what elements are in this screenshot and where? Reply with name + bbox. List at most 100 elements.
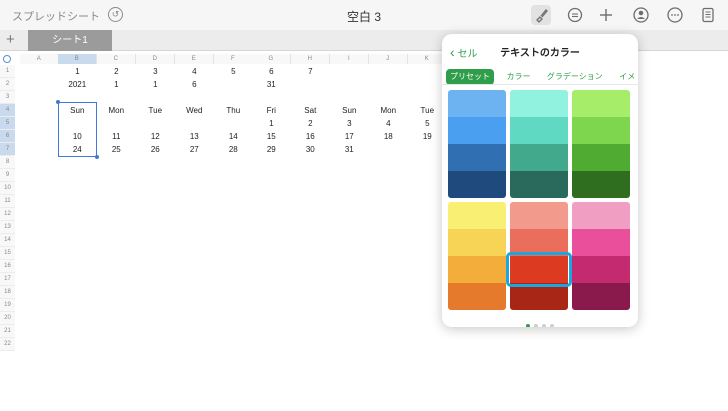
add-sheet-button[interactable]: + bbox=[6, 31, 15, 48]
color-swatch[interactable] bbox=[510, 90, 568, 117]
table-cell[interactable]: 18 bbox=[369, 130, 408, 143]
column-header[interactable]: E bbox=[175, 54, 214, 64]
table-cell[interactable]: 30 bbox=[291, 143, 330, 156]
table-cell[interactable]: 4 bbox=[369, 117, 408, 130]
table-cell[interactable]: 17 bbox=[330, 130, 369, 143]
table-cell[interactable]: 1 bbox=[58, 65, 97, 78]
row-header[interactable]: 17 bbox=[0, 273, 15, 286]
tab-color[interactable]: カラー bbox=[502, 69, 534, 85]
color-swatch[interactable] bbox=[510, 283, 568, 310]
table-cell[interactable]: 4 bbox=[175, 65, 214, 78]
column-header[interactable]: I bbox=[330, 54, 369, 64]
table-cell[interactable]: 12 bbox=[136, 130, 175, 143]
page-dot[interactable] bbox=[534, 324, 538, 327]
table-cell[interactable]: 2021 bbox=[58, 78, 97, 91]
table-cell[interactable]: Fri bbox=[252, 104, 291, 117]
color-swatch[interactable] bbox=[510, 171, 568, 198]
column-header[interactable]: G bbox=[252, 54, 291, 64]
tab-preset[interactable]: プリセット bbox=[446, 69, 494, 85]
color-swatch[interactable] bbox=[448, 90, 506, 117]
row-header[interactable]: 1 bbox=[0, 65, 15, 78]
cell-selection[interactable] bbox=[58, 102, 97, 157]
column-header[interactable]: C bbox=[97, 54, 136, 64]
table-cell[interactable]: Thu bbox=[214, 104, 253, 117]
row-header[interactable]: 13 bbox=[0, 221, 15, 234]
table-cell[interactable]: Tue bbox=[136, 104, 175, 117]
column-header[interactable]: A bbox=[20, 54, 59, 64]
row-header[interactable]: 6 bbox=[0, 130, 15, 143]
page-dot[interactable] bbox=[526, 324, 530, 327]
tab-gradient[interactable]: グラデーション bbox=[543, 69, 607, 85]
table-cell[interactable]: Mon bbox=[369, 104, 408, 117]
color-swatch[interactable] bbox=[448, 171, 506, 198]
paintbrush-icon[interactable] bbox=[531, 5, 551, 25]
row-header[interactable]: 10 bbox=[0, 182, 15, 195]
column-header[interactable]: K bbox=[408, 54, 447, 64]
row-header[interactable]: 4 bbox=[0, 104, 15, 117]
color-swatch[interactable] bbox=[572, 171, 630, 198]
row-header[interactable]: 15 bbox=[0, 247, 15, 260]
row-header[interactable]: 8 bbox=[0, 156, 15, 169]
row-header[interactable]: 3 bbox=[0, 91, 15, 104]
page-dot[interactable] bbox=[550, 324, 554, 327]
color-swatch[interactable] bbox=[448, 117, 506, 144]
color-swatch[interactable] bbox=[510, 144, 568, 171]
table-cell[interactable]: 5 bbox=[408, 117, 447, 130]
row-header[interactable]: 7 bbox=[0, 143, 15, 156]
color-swatch[interactable] bbox=[572, 117, 630, 144]
table-cell[interactable]: 16 bbox=[291, 130, 330, 143]
color-swatch[interactable] bbox=[572, 283, 630, 310]
plus-icon[interactable] bbox=[597, 6, 615, 24]
selection-handle[interactable] bbox=[56, 100, 60, 104]
row-header[interactable]: 14 bbox=[0, 234, 15, 247]
table-cell[interactable]: 25 bbox=[97, 143, 136, 156]
table-cell[interactable]: 1 bbox=[136, 78, 175, 91]
table-cell[interactable]: 3 bbox=[330, 117, 369, 130]
color-swatch[interactable] bbox=[448, 202, 506, 229]
row-header[interactable]: 21 bbox=[0, 325, 15, 338]
table-cell[interactable]: 13 bbox=[175, 130, 214, 143]
table-cell[interactable]: 31 bbox=[330, 143, 369, 156]
table-cell[interactable]: 26 bbox=[136, 143, 175, 156]
table-cell[interactable]: 29 bbox=[252, 143, 291, 156]
color-swatch[interactable] bbox=[448, 144, 506, 171]
color-swatch[interactable] bbox=[448, 229, 506, 256]
table-cell[interactable]: 27 bbox=[175, 143, 214, 156]
column-header[interactable]: H bbox=[291, 54, 330, 64]
row-header[interactable]: 19 bbox=[0, 299, 15, 312]
selection-handle[interactable] bbox=[94, 155, 99, 159]
column-header[interactable]: D bbox=[136, 54, 175, 64]
table-cell[interactable]: 15 bbox=[252, 130, 291, 143]
table-cell[interactable]: 1 bbox=[97, 78, 136, 91]
table-cell[interactable]: 5 bbox=[214, 65, 253, 78]
color-swatch[interactable] bbox=[510, 117, 568, 144]
table-cell[interactable]: 2 bbox=[97, 65, 136, 78]
color-swatch[interactable] bbox=[448, 283, 506, 310]
color-swatch[interactable] bbox=[448, 256, 506, 283]
table-cell[interactable]: 6 bbox=[175, 78, 214, 91]
color-swatch[interactable] bbox=[510, 202, 568, 229]
more-icon[interactable] bbox=[666, 6, 684, 24]
table-cell[interactable]: Mon bbox=[97, 104, 136, 117]
table-cell[interactable]: 28 bbox=[214, 143, 253, 156]
column-header[interactable]: B bbox=[58, 54, 97, 64]
document-icon[interactable] bbox=[699, 6, 717, 24]
color-swatch[interactable] bbox=[572, 202, 630, 229]
row-header[interactable]: 12 bbox=[0, 208, 15, 221]
table-cell[interactable]: 7 bbox=[291, 65, 330, 78]
table-cell[interactable]: 1 bbox=[252, 117, 291, 130]
color-swatch[interactable] bbox=[572, 256, 630, 283]
color-swatch[interactable] bbox=[572, 144, 630, 171]
table-cell[interactable]: Sun bbox=[330, 104, 369, 117]
table-cell[interactable]: 14 bbox=[214, 130, 253, 143]
comment-icon[interactable] bbox=[566, 6, 584, 24]
row-header[interactable]: 18 bbox=[0, 286, 15, 299]
tab-image[interactable]: イメ bbox=[615, 69, 638, 85]
table-cell[interactable]: 19 bbox=[408, 130, 447, 143]
color-swatch[interactable] bbox=[572, 229, 630, 256]
sheet-tab-active[interactable]: シート1 bbox=[28, 30, 112, 51]
table-cell[interactable]: 6 bbox=[252, 65, 291, 78]
table-cell[interactable]: 2 bbox=[291, 117, 330, 130]
table-cell[interactable]: 3 bbox=[136, 65, 175, 78]
table-cell[interactable]: Tue bbox=[408, 104, 447, 117]
